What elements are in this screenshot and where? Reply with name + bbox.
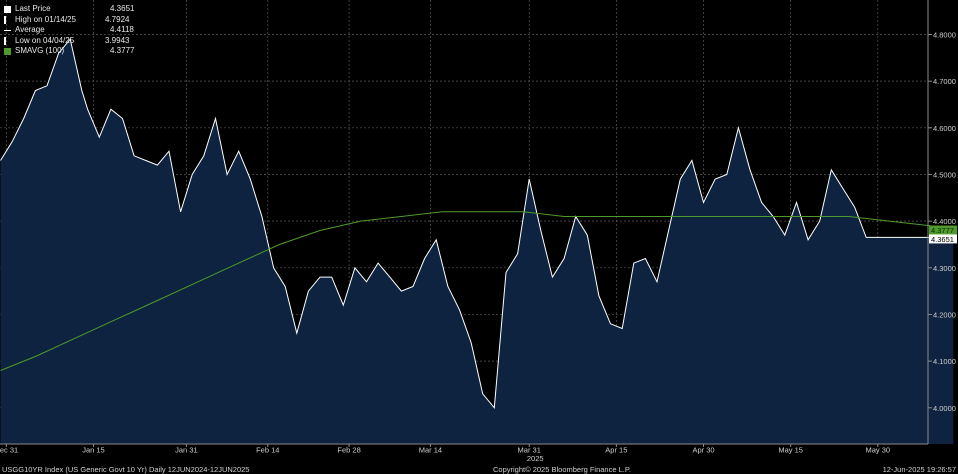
legend-value: 4.3651 bbox=[110, 4, 135, 13]
legend-value: 4.7924 bbox=[105, 14, 130, 24]
y-tick-label: 4.4000 bbox=[933, 217, 956, 226]
chart-svg: 4.0000 4.1000 4.2000 4.3000 4.4000 4.5000 4.60… bbox=[0, 0, 957, 463]
x-tick-label: May 15 bbox=[778, 446, 803, 455]
x-tick-label: Feb 14 bbox=[256, 446, 279, 455]
legend-item-average: Average 4.4118 bbox=[4, 25, 134, 36]
legend-label: High on 01/14/25 bbox=[15, 14, 76, 24]
low-marker-icon bbox=[4, 36, 6, 45]
y-tick-label: 4.6000 bbox=[933, 124, 956, 133]
legend-swatch-icon bbox=[4, 5, 11, 13]
y-tick-label: 4.3000 bbox=[933, 264, 956, 273]
legend-label: SMAVG (100) bbox=[15, 46, 65, 55]
legend-item-smavg: SMAVG (100) 4.3777 bbox=[4, 46, 134, 57]
legend-label: Average bbox=[15, 25, 45, 34]
x-tick-label: Apr 30 bbox=[692, 446, 714, 455]
smavg-value-label: 4.3777 bbox=[931, 226, 954, 235]
legend-item-low: Low on 04/04/25 3.9943 bbox=[4, 36, 134, 47]
x-tick-label: Apr 15 bbox=[605, 446, 627, 455]
x-tick-label: Jan 15 bbox=[82, 446, 105, 455]
y-tick-label: 4.7000 bbox=[933, 77, 956, 86]
y-tick-label: 4.8000 bbox=[933, 31, 956, 40]
x-tick-label: May 30 bbox=[866, 446, 891, 455]
y-tick-label: 4.1000 bbox=[933, 357, 956, 366]
footer-timestamp: 12-Jun-2025 19:26:57 bbox=[882, 465, 956, 474]
legend-item-high: High on 01/14/25 4.7924 bbox=[4, 15, 134, 26]
legend-value: 3.9943 bbox=[105, 35, 130, 45]
x-tick-label: Mar 14 bbox=[419, 446, 442, 455]
year-label: 2025 bbox=[527, 454, 544, 463]
legend-value: 4.3777 bbox=[110, 46, 135, 55]
y-tick-label: 4.5000 bbox=[933, 170, 956, 179]
average-marker-icon bbox=[4, 29, 11, 31]
x-tick-label: Dec 31 bbox=[0, 446, 18, 455]
last-price-label: 4.3651 bbox=[931, 235, 954, 244]
legend-item-last-price: Last Price 4.3651 bbox=[4, 4, 134, 15]
legend-value: 4.4118 bbox=[110, 25, 134, 34]
x-tick-label: Jan 31 bbox=[175, 446, 198, 455]
footer-copyright: Copyright© 2025 Bloomberg Finance L.P. bbox=[493, 465, 631, 474]
legend-label: Low on 04/04/25 bbox=[15, 35, 75, 45]
chart-legend: Last Price 4.3651 High on 01/14/25 4.792… bbox=[4, 4, 134, 57]
legend-label: Last Price bbox=[15, 4, 51, 13]
y-tick-label: 4.0000 bbox=[933, 404, 956, 413]
footer-security: USGG10YR Index (US Generic Govt 10 Yr) D… bbox=[2, 465, 250, 474]
legend-swatch-icon bbox=[4, 47, 11, 55]
y-tick-label: 4.2000 bbox=[933, 310, 956, 319]
x-tick-label: Feb 28 bbox=[337, 446, 360, 455]
high-marker-icon bbox=[4, 15, 6, 24]
